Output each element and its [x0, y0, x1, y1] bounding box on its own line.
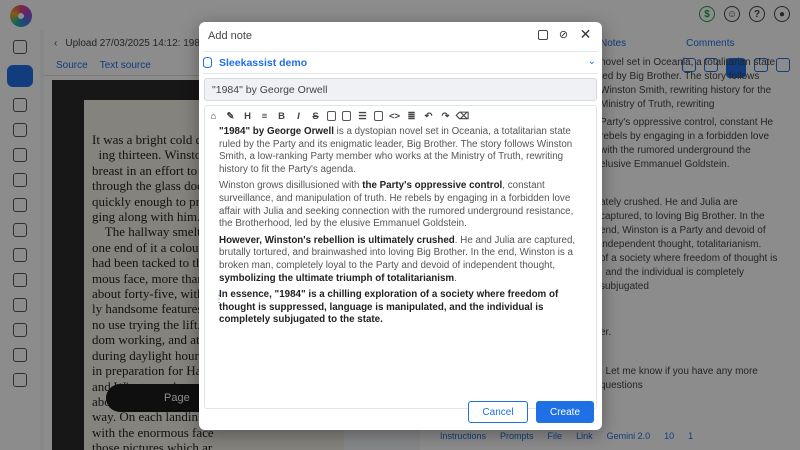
text-run: Winston grows disillusioned with: [219, 180, 363, 192]
note-paragraph: In essence, "1984" is a chilling explora…: [219, 289, 579, 327]
italic-icon[interactable]: I: [293, 110, 304, 122]
bold-text-run: "1984" by George Orwell: [219, 126, 334, 137]
align-icon[interactable]: ≡: [259, 110, 270, 122]
link-icon[interactable]: ⊘: [557, 28, 570, 41]
heading-icon[interactable]: H: [242, 110, 253, 122]
ordered-list-icon[interactable]: ≣: [406, 110, 417, 122]
list-icon[interactable]: ☰: [357, 110, 368, 122]
sidebar-toggle-icon[interactable]: [538, 29, 548, 40]
bold-icon[interactable]: B: [276, 110, 287, 122]
table-icon[interactable]: [342, 111, 351, 121]
cancel-button[interactable]: Cancel: [468, 401, 528, 423]
image-icon[interactable]: [374, 111, 383, 121]
pen-icon[interactable]: ✎: [225, 110, 236, 122]
note-paragraph: Winston grows disillusioned with the Par…: [219, 180, 579, 230]
note-content[interactable]: "1984" by George Orwell is a dystopian n…: [219, 126, 579, 331]
eraser-icon[interactable]: ⌫: [456, 110, 469, 122]
redo-icon[interactable]: ↷: [440, 110, 451, 122]
dialog-header-icons: ⊘ ✕: [538, 26, 592, 42]
close-icon[interactable]: ✕: [579, 26, 592, 42]
copy-icon[interactable]: [327, 111, 336, 121]
brush-icon[interactable]: ⌂: [208, 110, 219, 122]
knowledge-base-label: Sleekassist demo: [219, 56, 308, 69]
bold-text-run: However, Winston's rebellion is ultimate…: [219, 234, 455, 246]
editor-toolbar: ⌂ ✎ H ≡ B I S ☰ <> ≣ ↶ ↷ ⌫: [205, 106, 596, 126]
knowledge-base-select[interactable]: Sleekassist demo ⌄: [203, 51, 598, 74]
bold-text-run: In essence, "1984" is a chilling explora…: [219, 289, 559, 326]
bold-text-run: symbolizing the ultimate triumph of tota…: [219, 272, 455, 284]
note-paragraph: However, Winston's rebellion is ultimate…: [219, 235, 579, 285]
note-editor[interactable]: ⌂ ✎ H ≡ B I S ☰ <> ≣ ↶ ↷ ⌫ ⋮ "1984" by G…: [204, 105, 597, 409]
add-note-dialog: Add note ⊘ ✕ Sleekassist demo ⌄ ⌂ ✎ H ≡ …: [199, 22, 602, 430]
create-button[interactable]: Create: [536, 401, 594, 423]
text-run: .: [454, 272, 457, 284]
bold-text-run: the Party's oppressive control: [362, 180, 503, 192]
code-icon[interactable]: <>: [389, 110, 400, 122]
dialog-title: Add note: [208, 30, 253, 42]
chevron-down-icon: ⌄: [587, 56, 596, 67]
undo-icon[interactable]: ↶: [423, 110, 434, 122]
strikethrough-icon[interactable]: S: [310, 110, 321, 122]
database-icon: [203, 57, 212, 68]
note-paragraph: "1984" by George Orwell is a dystopian n…: [219, 126, 579, 176]
note-title-input[interactable]: [204, 78, 597, 101]
